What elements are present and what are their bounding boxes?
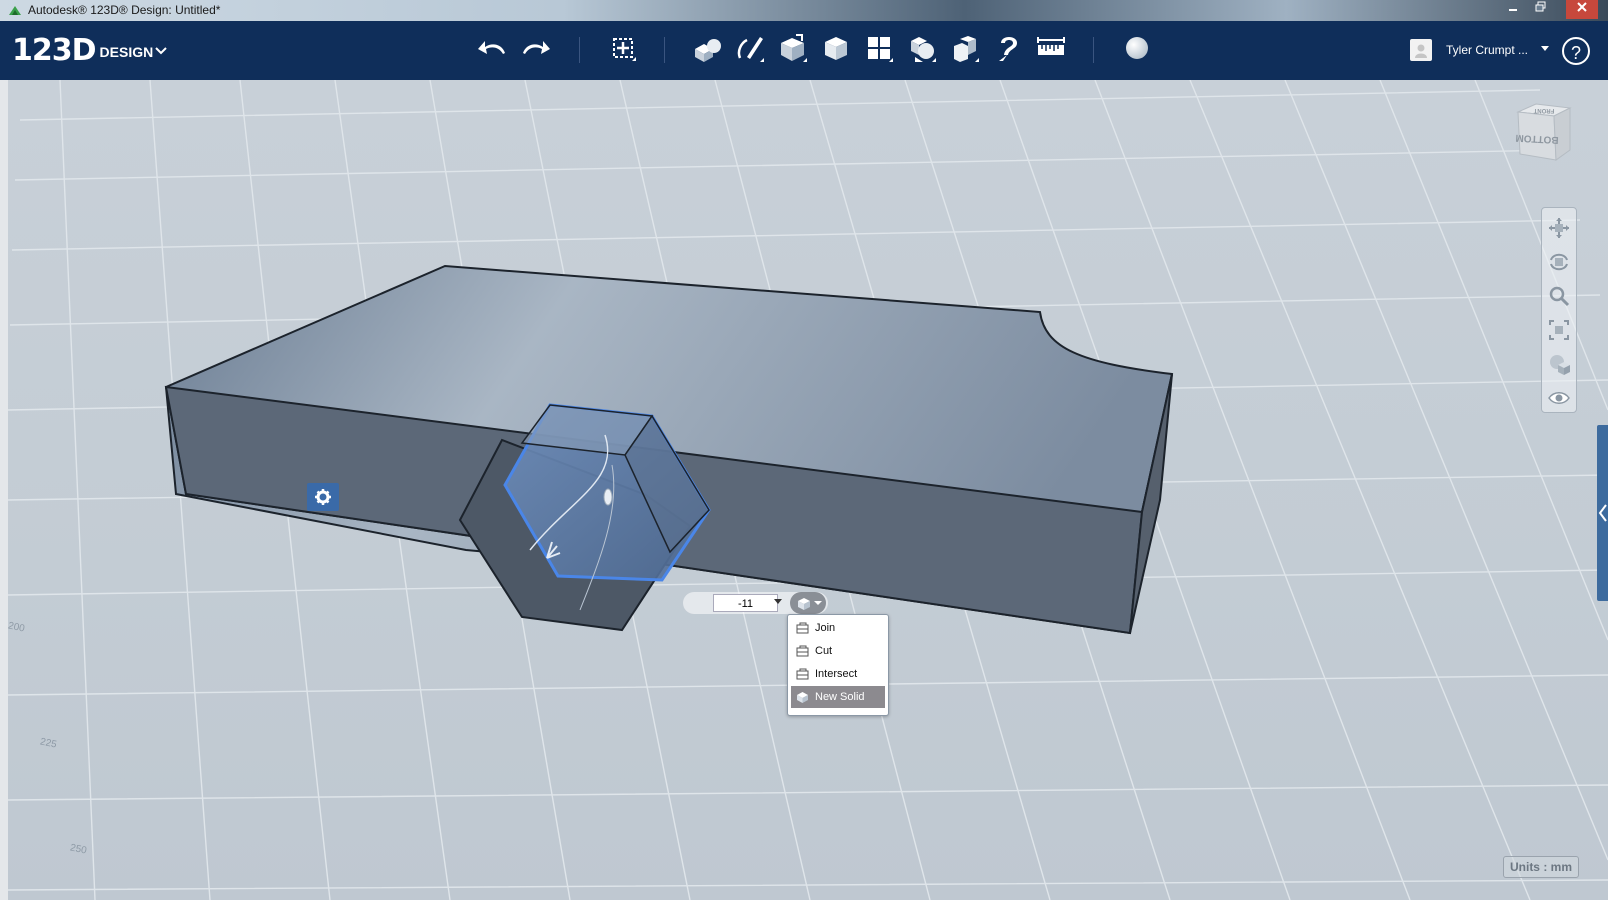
orbit-icon xyxy=(1550,253,1568,271)
minimize-button[interactable] xyxy=(1500,0,1526,19)
construct-icon xyxy=(781,34,807,62)
viewcube-face-label: FRONT xyxy=(1533,107,1554,113)
pattern-button[interactable] xyxy=(862,31,896,65)
new-solid-icon xyxy=(797,692,808,703)
material-sphere-icon xyxy=(1126,37,1148,59)
transform-icon xyxy=(613,38,636,61)
3d-viewport[interactable]: -11 Join Cut Intersect New Solid BOTTOM xyxy=(0,80,1608,900)
avatar[interactable] xyxy=(1410,39,1432,61)
new-solid-icon xyxy=(798,598,822,610)
close-icon xyxy=(1577,2,1587,12)
eye-icon xyxy=(1548,392,1570,404)
combine-button[interactable] xyxy=(948,31,982,65)
measure-icon xyxy=(1037,37,1065,55)
pattern-icon xyxy=(868,37,893,62)
zoom-button[interactable] xyxy=(1547,284,1571,308)
left-edge-strip xyxy=(0,80,8,900)
orbit-button[interactable] xyxy=(1547,250,1571,274)
menu-item-join[interactable]: Join xyxy=(791,617,885,639)
transform-button[interactable] xyxy=(606,31,640,65)
units-label[interactable]: Units : mm xyxy=(1503,856,1579,878)
menu-item-label: Intersect xyxy=(815,668,858,680)
user-icon xyxy=(1415,44,1427,58)
visual-style-button[interactable] xyxy=(1547,352,1571,376)
zoom-icon xyxy=(1549,286,1570,307)
intersect-icon xyxy=(796,668,809,680)
visibility-button[interactable] xyxy=(1547,386,1571,410)
cube-icon: BOTTOM FRONT xyxy=(1515,103,1572,161)
help-button[interactable]: ? xyxy=(1562,37,1590,65)
app-menu-button[interactable]: 123D DESIGN xyxy=(12,33,167,68)
gear-icon xyxy=(315,489,331,505)
sketch-button[interactable] xyxy=(733,31,767,65)
join-icon xyxy=(796,622,809,634)
chevron-down-icon[interactable] xyxy=(1540,45,1550,53)
chevron-left-icon xyxy=(1598,504,1607,522)
primitives-icon xyxy=(695,39,721,62)
cut-icon xyxy=(796,645,809,657)
boolean-mode-button[interactable] xyxy=(790,592,826,614)
construct-button[interactable] xyxy=(776,31,810,65)
toolbar-divider xyxy=(1093,37,1094,63)
menu-item-intersect[interactable]: Intersect xyxy=(791,663,885,685)
side-panel-tab[interactable] xyxy=(1597,425,1608,601)
modify-button[interactable] xyxy=(819,31,853,65)
material-button[interactable] xyxy=(1120,31,1154,65)
menu-item-new-solid[interactable]: New Solid xyxy=(791,686,885,708)
menu-item-label: Join xyxy=(815,622,836,634)
pan-button[interactable] xyxy=(1547,216,1571,240)
shading-icon xyxy=(1550,355,1570,375)
modify-icon xyxy=(825,37,847,60)
undo-icon xyxy=(478,41,505,54)
toolbar-divider xyxy=(664,37,665,63)
pan-icon xyxy=(1549,218,1569,238)
undo-button[interactable] xyxy=(476,31,510,65)
chevron-down-icon xyxy=(155,47,167,55)
app-icon xyxy=(9,6,21,15)
restore-button[interactable] xyxy=(1528,0,1554,19)
menu-item-cut[interactable]: Cut xyxy=(791,640,885,662)
window-title: Autodesk® 123D® Design: Untitled* xyxy=(28,3,221,17)
primitives-button[interactable] xyxy=(690,31,724,65)
settings-button[interactable] xyxy=(307,483,339,511)
window-titlebar: Autodesk® 123D® Design: Untitled* xyxy=(0,0,1608,21)
main-toolbar: 123D DESIGN Tyler Crumpt ... ? xyxy=(0,21,1608,80)
combine-icon xyxy=(954,36,979,62)
snap-button[interactable] xyxy=(991,31,1025,65)
chevron-down-icon xyxy=(774,599,782,604)
help-icon: ? xyxy=(1570,43,1581,63)
scene-canvas[interactable] xyxy=(0,80,1608,900)
distance-input[interactable]: -11 xyxy=(713,594,778,612)
boolean-menu: Join Cut Intersect New Solid xyxy=(787,614,889,716)
menu-item-label: New Solid xyxy=(815,691,865,703)
grouping-icon xyxy=(911,37,936,62)
user-name[interactable]: Tyler Crumpt ... xyxy=(1446,43,1528,57)
sketch-icon xyxy=(737,37,764,62)
restore-icon xyxy=(1535,1,1546,12)
distance-dropdown[interactable] xyxy=(770,594,786,612)
redo-button[interactable] xyxy=(518,31,552,65)
toolbar-divider xyxy=(579,37,580,63)
fit-button[interactable] xyxy=(1547,318,1571,342)
navigation-bar xyxy=(1541,207,1577,413)
menu-item-label: Cut xyxy=(815,645,833,657)
redo-icon xyxy=(523,41,550,54)
snap-icon xyxy=(999,37,1017,61)
close-button[interactable] xyxy=(1566,0,1598,19)
grouping-button[interactable] xyxy=(905,31,939,65)
view-cube[interactable]: BOTTOM FRONT xyxy=(1508,98,1580,170)
logo-word: DESIGN xyxy=(99,44,154,60)
measure-button[interactable] xyxy=(1034,31,1068,65)
fit-icon xyxy=(1549,320,1569,340)
viewcube-face-label: BOTTOM xyxy=(1515,132,1559,145)
minimize-icon xyxy=(1509,9,1517,11)
logo-number: 123D xyxy=(12,33,97,68)
